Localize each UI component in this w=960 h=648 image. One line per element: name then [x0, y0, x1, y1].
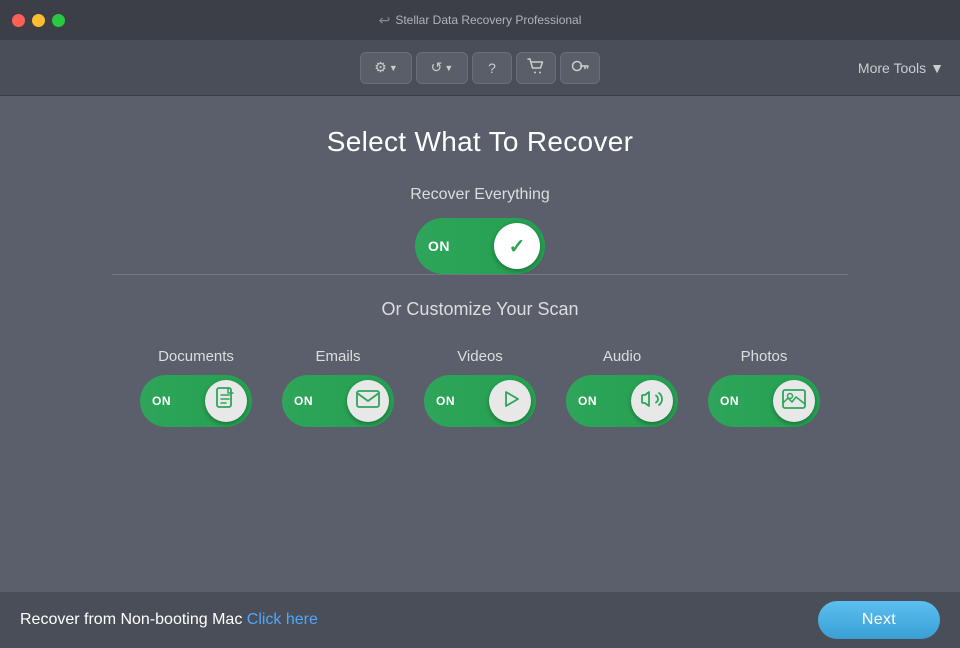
help-button[interactable]: ? — [472, 52, 512, 84]
emails-toggle-label: ON — [294, 394, 313, 408]
refresh-dropdown-arrow: ▼ — [444, 63, 453, 73]
cart-icon — [527, 58, 545, 77]
photo-icon — [782, 388, 806, 415]
documents-toggle[interactable]: ON — [140, 375, 252, 427]
back-icon: ↩ — [379, 12, 391, 29]
toggle-on-label: ON — [428, 238, 450, 254]
refresh-icon: ↺ — [431, 59, 443, 76]
more-tools-label: More Tools — [858, 60, 926, 76]
more-tools-button[interactable]: More Tools ▼ — [858, 60, 944, 76]
refresh-button[interactable]: ↺ ▼ — [416, 52, 468, 84]
title-bar: ↩ Stellar Data Recovery Professional — [0, 0, 960, 40]
photos-thumb — [773, 380, 815, 422]
title-bar-text: ↩ Stellar Data Recovery Professional — [379, 12, 582, 29]
recover-from-label: Recover from Non-booting Mac — [20, 611, 242, 628]
settings-button[interactable]: ⚙ ▼ — [360, 52, 412, 84]
toolbar: ⚙ ▼ ↺ ▼ ? — [0, 40, 960, 96]
documents-label: Documents — [158, 348, 234, 365]
audio-thumb — [631, 380, 673, 422]
key-button[interactable] — [560, 52, 600, 84]
more-tools-arrow: ▼ — [930, 60, 944, 76]
recover-from-text: Recover from Non-booting Mac Click here — [20, 611, 318, 629]
bottom-bar: Recover from Non-booting Mac Click here … — [0, 592, 960, 648]
photos-toggle[interactable]: ON — [708, 375, 820, 427]
app-title: Stellar Data Recovery Professional — [395, 13, 581, 27]
click-here-link[interactable]: Click here — [247, 611, 318, 628]
category-documents: Documents ON — [140, 348, 252, 427]
photos-toggle-label: ON — [720, 394, 739, 408]
document-icon — [215, 387, 237, 416]
category-audio: Audio ON — [566, 348, 678, 427]
documents-thumb — [205, 380, 247, 422]
emails-toggle[interactable]: ON — [282, 375, 394, 427]
photos-label: Photos — [741, 348, 788, 365]
recover-everything-label: Recover Everything — [410, 186, 550, 204]
minimize-button[interactable] — [32, 14, 45, 27]
emails-thumb — [347, 380, 389, 422]
cart-button[interactable] — [516, 52, 556, 84]
traffic-lights — [12, 14, 65, 27]
checkmark-icon: ✓ — [509, 234, 526, 259]
audio-label: Audio — [603, 348, 641, 365]
audio-icon — [640, 387, 664, 416]
main-content: Select What To Recover Recover Everythin… — [0, 96, 960, 447]
settings-icon: ⚙ — [374, 59, 387, 76]
toggle-thumb: ✓ — [494, 223, 540, 269]
key-icon — [571, 57, 589, 78]
videos-toggle-label: ON — [436, 394, 455, 408]
recover-everything-toggle[interactable]: ON ✓ — [415, 218, 545, 274]
emails-label: Emails — [315, 348, 360, 365]
audio-toggle[interactable]: ON — [566, 375, 678, 427]
divider — [112, 274, 848, 275]
video-icon — [498, 387, 522, 416]
videos-label: Videos — [457, 348, 503, 365]
help-icon: ? — [488, 60, 496, 76]
category-videos: Videos ON — [424, 348, 536, 427]
email-icon — [356, 389, 380, 414]
category-emails: Emails ON — [282, 348, 394, 427]
documents-toggle-label: ON — [152, 394, 171, 408]
videos-toggle[interactable]: ON — [424, 375, 536, 427]
category-photos: Photos ON — [708, 348, 820, 427]
next-button[interactable]: Next — [818, 601, 940, 639]
close-button[interactable] — [12, 14, 25, 27]
settings-dropdown-arrow: ▼ — [389, 63, 398, 73]
maximize-button[interactable] — [52, 14, 65, 27]
audio-toggle-label: ON — [578, 394, 597, 408]
toolbar-center: ⚙ ▼ ↺ ▼ ? — [360, 52, 600, 84]
customize-label: Or Customize Your Scan — [381, 299, 578, 320]
page-title: Select What To Recover — [327, 126, 633, 158]
categories-row: Documents ON Emails ON — [140, 348, 820, 427]
videos-thumb — [489, 380, 531, 422]
